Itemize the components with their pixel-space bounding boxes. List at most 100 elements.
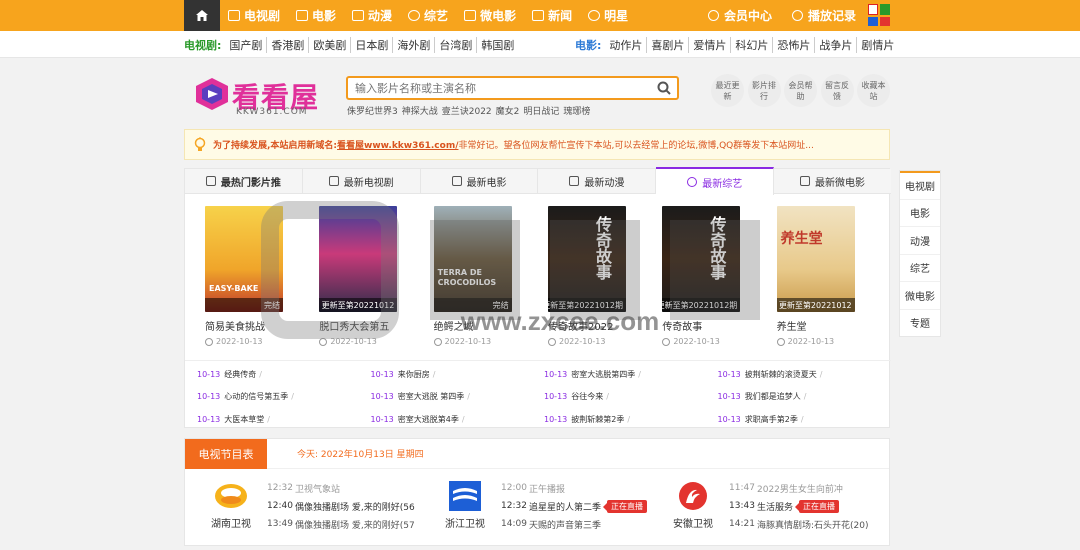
video-card[interactable]: 传奇故事 更新至第20221012期 传奇故事2022 2022-10-13 [547,206,662,356]
grid-logo-icon[interactable] [868,4,890,26]
channel-name[interactable]: 湖南卫视 [199,515,263,530]
tv-cat-link[interactable]: 韩国剧 [477,37,518,53]
hand-icon [205,176,216,186]
poster-image[interactable]: 传奇故事 更新至第20221012期 [662,206,741,312]
video-card[interactable]: EASY-BAKE 完结 简易美食挑战 2022-10-13 [205,206,319,356]
list-item[interactable]: 10-13 密室大逃脱第四季 / [544,363,718,386]
home-button[interactable] [184,0,220,31]
side-nav-topics[interactable]: 专题 [900,308,940,337]
hot-word-link[interactable]: 明日战记 [523,104,559,117]
tv-cat-link[interactable]: 海外剧 [393,37,436,53]
video-date: 2022-10-13 [547,337,662,346]
logo-mark-icon [196,78,228,110]
tv-cat-link[interactable]: 香港剧 [267,37,310,53]
tv-icon [228,10,240,21]
movie-cat-link[interactable]: 恐怖片 [773,37,816,53]
side-nav-micro-movie[interactable]: 微电影 [900,281,940,309]
search-input[interactable] [348,78,648,98]
member-help-button[interactable]: 会员帮助 [784,74,817,107]
list-item[interactable]: 10-13 求职高手第2季 / [718,408,892,431]
nav-variety[interactable]: 综艺 [400,0,456,31]
channel-name[interactable]: 安徽卫视 [661,515,725,530]
poster-image[interactable]: TERRA DE CROCODILOS 完结 [433,206,512,312]
list-item[interactable]: 10-13 心动的信号第五季 / [197,386,371,409]
site-logo[interactable]: 看看屋 KKW361.COM [192,74,322,120]
video-title[interactable]: 传奇故事 [662,318,776,333]
nav-anime[interactable]: 动漫 [344,0,400,31]
tv-cat-link[interactable]: 欧美剧 [309,37,352,53]
list-item[interactable]: 10-13 披荆斩棘第2季 / [544,408,718,431]
movie-cat-link[interactable]: 喜剧片 [647,37,690,53]
list-item[interactable]: 10-13 密室大逃脱第4季 / [371,408,545,431]
nav-micro-movie[interactable]: 微电影 [456,0,524,31]
hunan-tv-logo-icon[interactable] [213,481,249,511]
recent-update-button[interactable]: 最近更新 [711,74,744,107]
home-icon [196,10,208,21]
movie-cat-link[interactable]: 动作片 [605,37,648,53]
hot-word-link[interactable]: 侏罗纪世界3 [347,104,398,117]
play-history-link[interactable]: 播放记录 [791,7,856,24]
video-title[interactable]: 脱口秀大会第五 [319,318,433,333]
hot-word-link[interactable]: 壹兰诀2022 [442,104,492,117]
video-card[interactable]: 传奇故事 更新至第20221012期 传奇故事 2022-10-13 [662,206,776,356]
side-nav-variety[interactable]: 综艺 [900,253,940,282]
video-card[interactable]: TERRA DE CROCODILOS 完结 绝鳄之域 2022-10-13 [433,206,548,356]
zhejiang-tv-logo-icon[interactable] [447,481,483,511]
feedback-button[interactable]: 留言反馈 [820,74,854,107]
tab-micro-movie[interactable]: 最新微电影 [774,169,891,193]
video-title[interactable]: 传奇故事2022 [548,318,662,333]
list-item[interactable]: 10-13 谷往今来 / [544,386,718,409]
anhui-tv-logo-icon[interactable] [675,481,711,511]
program-rows: 12:00 正午播报 12:32 追星星的人第二季 正在直播 14:09 天赐的声音第三… [501,479,671,533]
list-item[interactable]: 10-13 密室大逃脱 第四季 / [371,386,545,409]
hot-word-link[interactable]: 神探大战 [402,104,438,117]
search-icon[interactable] [657,81,671,95]
side-nav-tv[interactable]: 电视剧 [900,171,940,199]
tv-cat-link[interactable]: 台湾剧 [435,37,478,53]
tab-tv[interactable]: 最新电视剧 [303,169,421,193]
video-title[interactable]: 简易美食挑战 [205,318,319,333]
poster-image[interactable]: 更新至第20221012 [319,206,398,312]
movie-cat-link[interactable]: 科幻片 [731,37,774,53]
tab-hot[interactable]: 最热门影片推 [185,169,303,193]
nav-news[interactable]: 新闻 [524,0,580,31]
member-center-link[interactable]: 会员中心 [707,7,772,24]
notice-domain-link[interactable]: 看看屋www.kkw361.com/ [337,138,458,151]
list-item[interactable]: 10-13 来你厨房 / [371,363,545,386]
tv-cat-link[interactable]: 国产剧 [225,37,268,53]
channel-name[interactable]: 浙江卫视 [433,515,497,530]
video-title[interactable]: 绝鳄之域 [434,318,548,333]
list-item[interactable]: 10-13 披荆斩棘的滚烫夏天 / [718,363,892,386]
list-item[interactable]: 10-13 经典传奇 / [197,363,371,386]
live-badge: 正在直播 [603,499,648,513]
movie-cat-link[interactable]: 爱情片 [689,37,732,53]
tab-movie[interactable]: 最新电影 [421,169,539,193]
movie-cat-link[interactable]: 战争片 [815,37,858,53]
content-tabs: 最热门影片推 最新电视剧 最新电影 最新动漫 最新综艺 最新微电影 [185,167,891,195]
movie-cat-link[interactable]: 剧情片 [857,37,898,53]
bookmark-button[interactable]: 收藏本站 [857,74,890,107]
tv-cat-link[interactable]: 日本剧 [351,37,394,53]
anime-icon [569,176,580,186]
tab-variety[interactable]: 最新综艺 [656,167,775,195]
hot-word-link[interactable]: 瑰琊榜 [563,104,590,117]
nav-tv[interactable]: 电视剧 [220,0,288,31]
video-date: 2022-10-13 [205,337,319,346]
nav-star[interactable]: 明星 [580,0,636,31]
nav-movie[interactable]: 电影 [288,0,344,31]
hot-word-link[interactable]: 魔女2 [496,104,520,117]
notice-text-2: 非常好记。望各位网友帮忙宣传下本站,可以去经常上的论坛,微博,QQ群等发下本站网… [458,141,814,151]
list-item[interactable]: 10-13 大医本草堂 / [197,408,371,431]
side-nav-movie[interactable]: 电影 [900,198,940,227]
tab-anime[interactable]: 最新动漫 [538,169,657,193]
poster-badge: 更新至第20221012期 [662,298,741,312]
list-item[interactable]: 10-13 我们都是追梦人 / [718,386,892,409]
poster-image[interactable]: EASY-BAKE 完结 [205,206,283,312]
side-nav-anime[interactable]: 动漫 [900,226,940,254]
video-card[interactable]: 养生堂 更新至第20221012 养生堂 2022-10-13 [776,206,891,356]
video-title[interactable]: 养生堂 [777,318,891,333]
ranking-button[interactable]: 影片排行 [747,74,781,107]
poster-image[interactable]: 养生堂 更新至第20221012 [776,206,855,312]
poster-image[interactable]: 传奇故事 更新至第20221012期 [547,206,626,312]
video-card[interactable]: 更新至第20221012 脱口秀大会第五 2022-10-13 [319,206,433,356]
